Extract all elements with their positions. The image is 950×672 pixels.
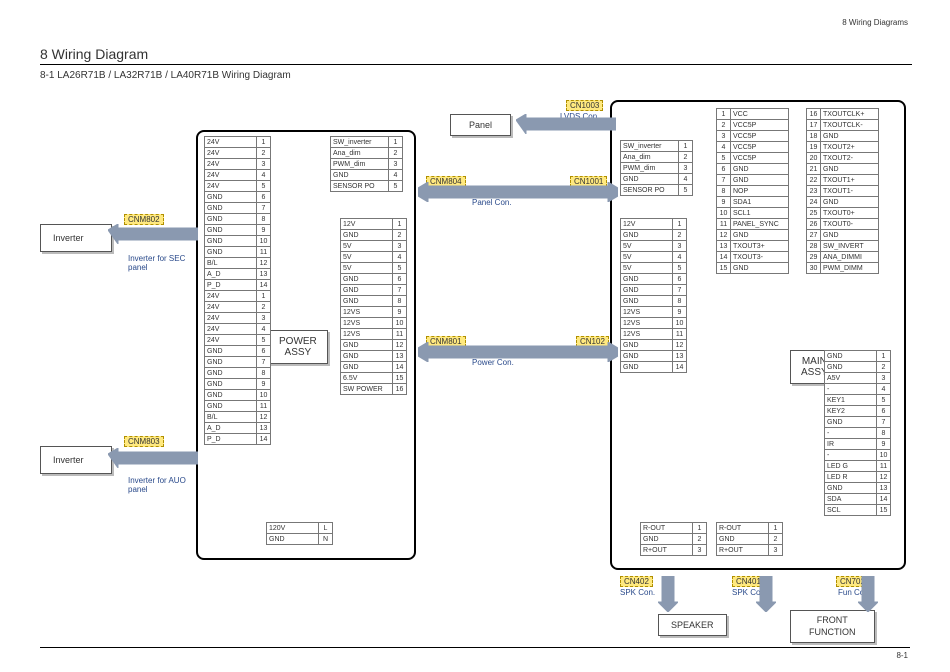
sw-inverter-table-1: SW_inverter1Ana_dim2PWM_dim3GND4SENSOR P… [330, 136, 403, 192]
inverter-auo-note: Inverter for AUO panel [128, 476, 188, 494]
panel-box: Panel [450, 114, 511, 136]
cnm803-tag: CNM803 [124, 436, 164, 447]
cn402-tag: CN402 [620, 576, 653, 587]
lvds-pin-table-a: 1VCC2VCC5P3VCC5P4VCC5P5VCC5P6GND7GND8NOP… [716, 108, 789, 274]
section-title: 8 Wiring Diagram [40, 46, 912, 65]
ac-pin-table: 120VLGNDN [266, 522, 333, 545]
arrow-inv2 [108, 448, 198, 468]
inverter-pin-table: 24V124V224V324V424V5GND6GND7GND8GND9GND1… [204, 136, 271, 445]
sw-inverter-table-2: SW_inverter1Ana_dim2PWM_dim3GND4SENSOR P… [620, 140, 693, 196]
arrow-spk1 [658, 576, 678, 612]
page-header-right: 8 Wiring Diagrams [842, 18, 908, 27]
power-pin-table: 12V1GND25V35V45V5GND6GND7GND812VS912VS10… [340, 218, 407, 395]
rout-pin-table-1: R-OUT1GND2R+OUT3 [640, 522, 707, 556]
lvds-pin-table-b: 16TXOUTCLK+17TXOUTCLK-18GND19TXOUT2+20TX… [806, 108, 879, 274]
arrow-lvds [516, 114, 616, 134]
power-assy-label: POWER ASSY [268, 330, 328, 364]
fun-pin-table: GND1GND2A5V3-4KEY15KEY26GND7-8IR9-10LED … [824, 350, 891, 516]
footer-line [40, 647, 910, 648]
spk1-caption: SPK Con. [620, 588, 655, 597]
arrow-spk2 [756, 576, 776, 612]
arrow-power [418, 342, 618, 362]
power-con-pin-table: 12V1GND25V35V45V5GND6GND7GND812VS912VS10… [620, 218, 687, 373]
page-footer-right: 8-1 [896, 651, 908, 660]
arrow-inv1 [108, 224, 198, 244]
arrow-fun [858, 576, 878, 612]
rout-pin-table-2: R-OUT1GND2R+OUT3 [716, 522, 783, 556]
inverter-sec-box: Inverter [40, 224, 112, 252]
arrow-panel [418, 182, 618, 202]
speaker-box: SPEAKER [658, 614, 727, 636]
cn1003-tag: CN1003 [566, 100, 603, 111]
inverter-auo-box: Inverter [40, 446, 112, 474]
inverter-sec-note: Inverter for SEC panel [128, 254, 188, 272]
front-function-box: FRONT FUNCTION [790, 610, 875, 643]
section-subtitle: 8-1 LA26R71B / LA32R71B / LA40R71B Wirin… [40, 70, 291, 81]
